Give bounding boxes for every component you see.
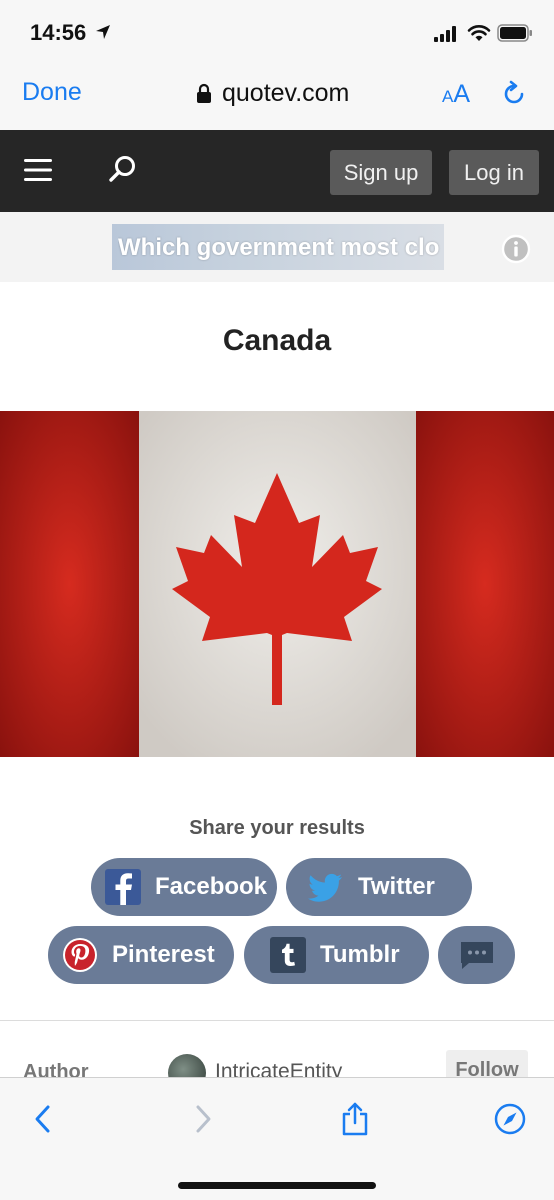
quiz-title: Which government most clo xyxy=(118,234,440,261)
status-time: 14:56 xyxy=(30,20,87,45)
twitter-label: Twitter xyxy=(358,873,435,900)
tumblr-icon xyxy=(270,937,306,973)
canada-flag-image xyxy=(0,411,554,757)
signal-icon xyxy=(434,26,456,42)
info-icon[interactable] xyxy=(501,234,531,264)
safari-toolbar xyxy=(0,1077,554,1200)
quiz-banner[interactable]: Which government most clo xyxy=(0,212,554,282)
tumblr-label: Tumblr xyxy=(320,941,400,968)
back-icon[interactable] xyxy=(28,1102,60,1136)
facebook-label: Facebook xyxy=(155,873,268,900)
text-size-button[interactable]: AA xyxy=(442,80,470,109)
compass-icon[interactable] xyxy=(494,1102,526,1136)
share-facebook-button[interactable]: Facebook xyxy=(91,858,277,916)
share-pinterest-button[interactable]: Pinterest xyxy=(48,926,234,984)
section-divider xyxy=(0,1020,554,1021)
share-tumblr-button[interactable]: Tumblr xyxy=(244,926,429,984)
lock-icon xyxy=(197,83,211,103)
share-more-button[interactable] xyxy=(438,926,515,984)
forward-icon[interactable] xyxy=(186,1102,218,1136)
wifi-icon xyxy=(467,25,491,41)
done-button[interactable]: Done xyxy=(22,78,82,107)
login-button[interactable]: Log in xyxy=(449,150,539,195)
menu-icon[interactable] xyxy=(24,158,52,182)
search-icon[interactable] xyxy=(108,154,138,184)
signup-button[interactable]: Sign up xyxy=(330,150,432,195)
aa-big-label: A xyxy=(453,80,471,108)
share-heading: Share your results xyxy=(189,817,365,839)
facebook-icon xyxy=(105,869,141,905)
chat-bubble-icon xyxy=(460,942,493,969)
pinterest-icon xyxy=(63,938,97,972)
share-icon[interactable] xyxy=(339,1102,371,1136)
reload-icon[interactable] xyxy=(500,80,528,108)
share-twitter-button[interactable]: Twitter xyxy=(286,858,472,916)
pinterest-label: Pinterest xyxy=(112,941,215,968)
result-title: Canada xyxy=(222,324,332,357)
home-indicator xyxy=(178,1182,376,1189)
status-bar: 14:56 xyxy=(0,0,554,62)
battery-icon xyxy=(497,24,532,42)
safari-address-bar: Done quotev.com AA xyxy=(0,62,554,130)
url-text: quotev.com xyxy=(222,78,350,107)
twitter-icon xyxy=(308,873,342,902)
aa-small-label: A xyxy=(442,87,454,106)
site-navbar: Sign up Log in xyxy=(0,130,554,212)
location-arrow-icon xyxy=(96,25,110,39)
url-display[interactable]: quotev.com xyxy=(196,78,349,108)
